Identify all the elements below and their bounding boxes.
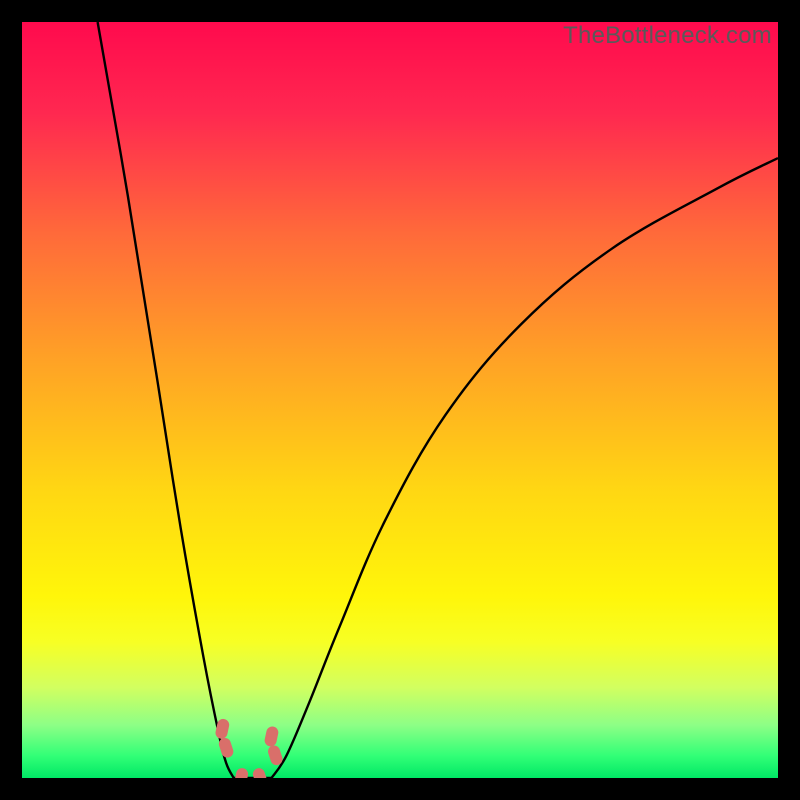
watermark-text: TheBottleneck.com [563, 22, 772, 50]
chart-frame: TheBottleneck.com [22, 22, 778, 778]
gradient-background [22, 22, 778, 778]
bottleneck-chart [22, 22, 778, 778]
